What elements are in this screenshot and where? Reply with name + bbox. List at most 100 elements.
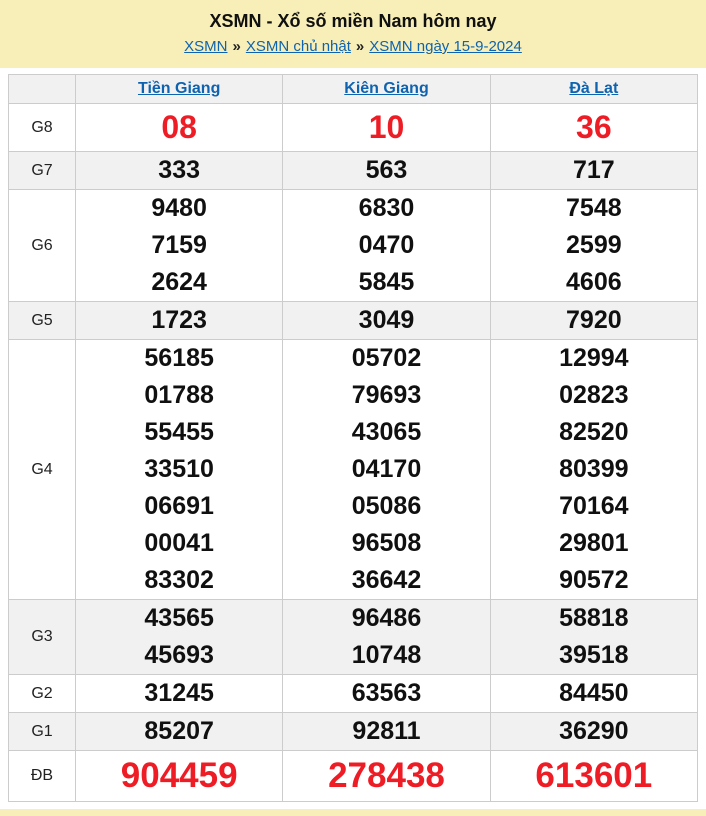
breadcrumb-separator: » [355, 38, 365, 55]
prize-row-đb: ĐB 904459 278438 613601 [8, 750, 699, 802]
result-cell: 7920 [489, 301, 699, 340]
result-number: 2624 [151, 268, 207, 296]
result-number: 904459 [120, 756, 238, 795]
result-cell: 563 [282, 151, 491, 190]
result-number: 6830 [358, 194, 415, 222]
prize-row-g3: G3 43565 45693 96486 10748 58818 39518 [8, 599, 699, 675]
prize-label: G5 [8, 301, 76, 340]
result-number: 1723 [151, 306, 207, 334]
result-number: 3049 [358, 306, 415, 334]
result-number: 08 [161, 109, 197, 145]
result-number: 45693 [144, 641, 214, 669]
result-number: 10748 [351, 641, 422, 669]
result-cell: 08 [74, 103, 284, 152]
result-number: 10 [368, 109, 405, 145]
result-number: 4606 [566, 268, 622, 296]
province-link[interactable]: Kiên Giang [344, 80, 428, 97]
result-cell: 43565 45693 [74, 599, 284, 675]
result-number: 92811 [352, 717, 421, 745]
prize-row-g7: G7 333 563 717 [8, 151, 699, 190]
result-number: 7548 [566, 194, 622, 222]
result-number: 36290 [559, 717, 629, 745]
province-link[interactable]: Tiền Giang [138, 80, 220, 97]
result-number: 02823 [559, 381, 629, 409]
result-cell: 333 [74, 151, 284, 190]
result-number: 06691 [144, 492, 214, 520]
prize-label: G1 [8, 712, 76, 751]
result-number: 7159 [151, 231, 207, 259]
result-number: 58818 [559, 604, 629, 632]
result-cell: 904459 [74, 750, 284, 802]
breadcrumb-separator: » [232, 38, 241, 55]
result-number: 0470 [358, 231, 415, 259]
result-cell: 10 [282, 103, 491, 152]
result-cell: 56185 01788 55455 33510 06691 00041 83302 [74, 339, 284, 600]
prize-label: G3 [8, 599, 76, 675]
prize-row-g5: G5 1723 3049 7920 [8, 301, 699, 340]
result-cell: 9480 7159 2624 [74, 189, 284, 302]
prize-label: G7 [8, 151, 76, 190]
prize-label: G8 [8, 103, 76, 152]
result-number: 563 [365, 156, 408, 184]
result-number: 5845 [358, 268, 415, 296]
result-number: 00041 [144, 529, 214, 557]
result-number: 29801 [559, 529, 629, 557]
prize-label: G2 [8, 674, 76, 713]
result-number: 56185 [144, 344, 214, 372]
result-number: 31245 [144, 679, 214, 707]
province-column-header: Đà Lạt [489, 74, 699, 104]
breadcrumb-link-xsmn-chu-nhat[interactable]: XSMN chủ nhật [246, 38, 351, 55]
result-number: 85207 [144, 717, 214, 745]
result-cell: 6830 0470 5845 [282, 189, 491, 302]
prize-row-g2: G2 31245 63563 84450 [8, 674, 699, 713]
result-number: 82520 [559, 418, 629, 446]
prize-row-g8: G8 08 10 36 [8, 103, 699, 152]
result-number: 9480 [151, 194, 207, 222]
result-number: 613601 [535, 756, 653, 795]
result-number: 05086 [351, 492, 422, 520]
prize-row-g6: G6 9480 7159 2624 6830 0470 5845 7548 2599 4606 [8, 189, 699, 302]
results-container: Tiền Giang Kiên Giang Đà Lạt G8 08 10 36 G7 333… [0, 68, 706, 809]
province-link[interactable]: Đà Lạt [569, 80, 618, 97]
result-cell: 12994 02823 82520 80399 70164 29801 90572 [489, 339, 699, 600]
result-number: 717 [572, 156, 615, 184]
lottery-results-table: Tiền Giang Kiên Giang Đà Lạt G8 08 10 36 G7 333… [8, 74, 699, 802]
result-number: 80399 [559, 455, 629, 483]
prize-label: G6 [8, 189, 76, 302]
result-cell: 717 [489, 151, 699, 190]
result-cell: 31245 [74, 674, 284, 713]
prize-row-g1: G1 85207 92811 36290 [8, 712, 699, 751]
result-number: 79693 [351, 381, 422, 409]
breadcrumb-link-xsmn[interactable]: XSMN [184, 38, 227, 55]
result-cell: 05702 79693 43065 04170 05086 96508 36642 [282, 339, 491, 600]
result-number: 63563 [351, 679, 422, 707]
prize-column-header [8, 74, 76, 104]
result-cell: 84450 [489, 674, 699, 713]
result-cell: 36290 [489, 712, 699, 751]
breadcrumb: XSMN» XSMN chủ nhật» XSMN ngày 15-9-2024 [0, 38, 706, 55]
page-header: XSMN - Xổ số miền Nam hôm nay XSMN» XSMN … [0, 0, 706, 68]
result-cell: 58818 39518 [489, 599, 699, 675]
result-number: 36642 [351, 566, 422, 594]
result-cell: 613601 [489, 750, 699, 802]
result-number: 83302 [144, 566, 214, 594]
result-number: 7920 [566, 306, 622, 334]
result-cell: 96486 10748 [282, 599, 491, 675]
result-number: 36 [576, 109, 612, 145]
result-cell: 36 [489, 103, 699, 152]
result-number: 278438 [328, 756, 445, 795]
breadcrumb-link-xsmn-date[interactable]: XSMN ngày 15-9-2024 [369, 38, 522, 55]
result-number: 333 [158, 156, 201, 184]
page-title: XSMN - Xổ số miền Nam hôm nay [209, 11, 497, 31]
result-number: 12994 [559, 344, 629, 372]
province-column-header: Kiên Giang [282, 74, 491, 104]
result-number: 70164 [559, 492, 629, 520]
result-cell: 7548 2599 4606 [489, 189, 699, 302]
result-cell: 3049 [282, 301, 491, 340]
result-number: 39518 [559, 641, 629, 669]
result-number: 04170 [351, 455, 422, 483]
result-number: 01788 [144, 381, 214, 409]
result-number: 2599 [566, 231, 622, 259]
result-number: 33510 [144, 455, 214, 483]
prize-label: G4 [8, 339, 76, 600]
